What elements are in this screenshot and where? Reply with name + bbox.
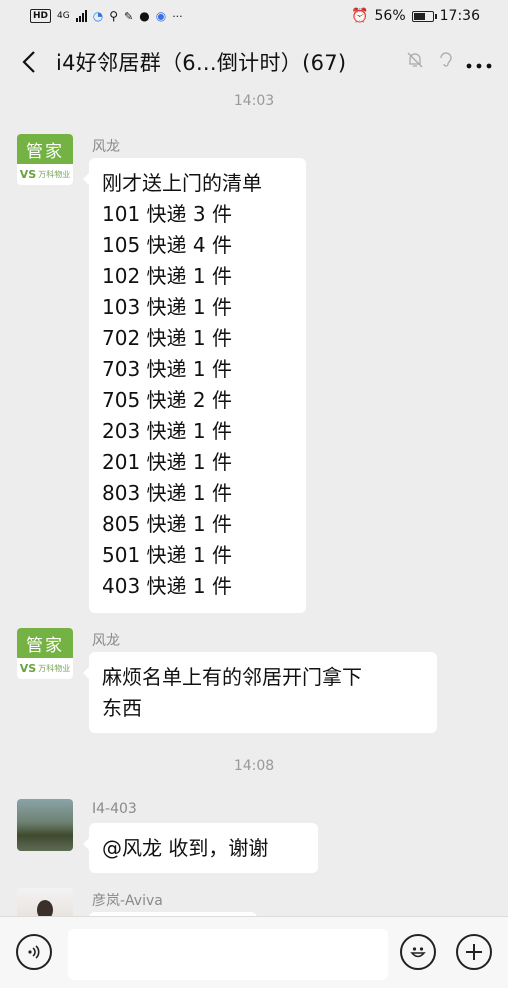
mute-bell-icon — [406, 51, 424, 73]
avatar-brand-text: 万科物业 — [38, 170, 71, 179]
vanke-logo-icon: VS — [19, 168, 37, 181]
message-bubble[interactable]: @风龙 收到，谢谢 — [83, 823, 318, 873]
message-line: 702 快递 1 件 — [102, 326, 232, 350]
status-left: HD 4G ◔ ⚲ ✎ ● ◉ ··· — [30, 9, 183, 23]
chat-header: i4好邻居群（6...倒计时）(67) — [0, 32, 508, 92]
ear-icon — [438, 51, 454, 73]
message-bubble[interactable]: 麻烦名单上有的邻居开门拿下 东西 — [83, 652, 437, 733]
chat-notification-icon: ● — [139, 9, 150, 23]
message-line: 703 快递 1 件 — [102, 357, 232, 381]
message-line: 705 快递 2 件 — [102, 388, 232, 412]
message-line: 803 快递 1 件 — [102, 481, 232, 505]
app-notification-icon: ◔ — [92, 9, 104, 23]
chat-title[interactable]: i4好邻居群（6...倒计时）(67) — [56, 47, 346, 77]
network-label: 4G — [57, 11, 70, 21]
chevron-left-icon[interactable] — [16, 42, 42, 82]
timestamp: 14:08 — [233, 758, 275, 774]
more-notifications-icon: ··· — [172, 9, 183, 23]
message-line: 东西 — [102, 696, 142, 720]
input-bar — [0, 916, 508, 988]
clock: 17:36 — [439, 8, 480, 24]
timestamp: 14:03 — [233, 93, 275, 109]
header-status-icons — [406, 51, 454, 73]
battery-icon — [411, 10, 437, 22]
message-line: 102 快递 1 件 — [102, 264, 232, 288]
avatar-brand: VS 万科物业 — [17, 658, 73, 679]
message-line: 麻烦名单上有的邻居开门拿下 — [102, 665, 362, 689]
message-text: @风龙 收到，谢谢 — [102, 836, 269, 860]
sender-name: 风龙 — [92, 139, 120, 155]
message-list[interactable]: 14:03 管家 VS 万科物业 风龙 刚才送上门的清单 101 快递 3 件 1… — [0, 92, 508, 916]
search-notification-icon: ⚲ — [109, 9, 118, 23]
signal-icon — [75, 10, 87, 22]
message-input[interactable] — [68, 929, 388, 980]
avatar[interactable] — [17, 888, 73, 916]
avatar-brand: VS 万科物业 — [17, 164, 73, 185]
message-line: 403 快递 1 件 — [102, 574, 232, 598]
sender-name: 彦岚-Aviva — [92, 893, 163, 909]
status-right: ⏰ 56% 17:36 — [351, 8, 480, 24]
music-notification-icon: ◉ — [155, 9, 167, 23]
sender-name: 风龙 — [92, 633, 120, 649]
message-line: 201 快递 1 件 — [102, 450, 232, 474]
message-line: 刚才送上门的清单 — [102, 171, 262, 195]
message-bubble[interactable]: 刚才送上门的清单 101 快递 3 件 105 快递 4 件 102 快递 1 … — [83, 158, 306, 613]
sender-name: I4-403 — [92, 801, 137, 817]
voice-icon[interactable] — [16, 934, 52, 970]
avatar[interactable] — [17, 799, 73, 851]
weibo-notification-icon: ✎ — [124, 9, 134, 23]
avatar[interactable]: 管家 VS 万科物业 — [17, 134, 73, 185]
plus-icon[interactable] — [456, 934, 492, 970]
message-line: 101 快递 3 件 — [102, 202, 232, 226]
avatar-label: 管家 — [17, 134, 73, 164]
vanke-logo-icon: VS — [19, 662, 37, 675]
message-line: 805 快递 1 件 — [102, 512, 232, 536]
emoji-icon[interactable] — [400, 934, 436, 970]
alarm-icon: ⏰ — [351, 8, 369, 24]
more-dots-icon[interactable] — [466, 50, 492, 75]
battery-percent: 56% — [374, 8, 406, 24]
avatar-brand-text: 万科物业 — [38, 664, 71, 673]
hd-icon: HD — [30, 9, 52, 23]
avatar[interactable]: 管家 VS 万科物业 — [17, 628, 73, 679]
avatar-face — [37, 900, 53, 916]
avatar-label: 管家 — [17, 628, 73, 658]
status-bar: HD 4G ◔ ⚲ ✎ ● ◉ ··· ⏰ 56% 17:36 — [0, 0, 508, 32]
message-line: 501 快递 1 件 — [102, 543, 232, 567]
message-line: 105 快递 4 件 — [102, 233, 232, 257]
message-line: 103 快递 1 件 — [102, 295, 232, 319]
message-line: 203 快递 1 件 — [102, 419, 232, 443]
